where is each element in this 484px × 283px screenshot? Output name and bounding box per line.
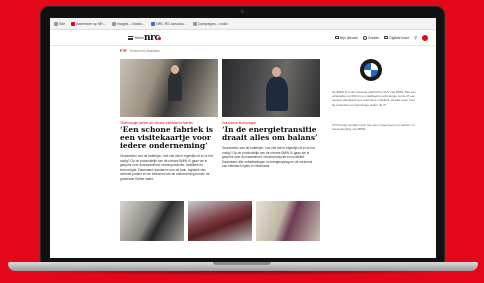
article-body: Verzamelen van de batterijen, hoe ziet d… <box>222 146 315 169</box>
menu-label: Menu <box>135 35 144 40</box>
menu-button[interactable]: Menu <box>128 35 144 40</box>
bookmark-favicon-icon <box>111 21 116 26</box>
bookmarks-bar: Site Adventure op NR... Images – Nanko..… <box>50 18 436 30</box>
person-figure <box>266 77 288 111</box>
hamburger-icon <box>128 35 133 40</box>
main-content: Technologie achter de nieuwe elektrische… <box>50 55 436 258</box>
bookmark-favicon-icon <box>54 21 58 26</box>
article-title[interactable]: ‘In de energietransitie draait alles om … <box>222 126 318 142</box>
article-thumbnail[interactable] <box>120 201 184 241</box>
article-image[interactable] <box>120 59 218 117</box>
article-title[interactable]: ‘Een schone fabriek is een visitekaartje… <box>120 126 216 150</box>
newspaper-icon <box>384 35 389 40</box>
bookmark-item[interactable]: Images – Nanko... <box>111 21 145 26</box>
section-tag[interactable]: FTR <box>120 49 127 53</box>
bookmark-item[interactable]: Campaigns – nodic <box>192 21 228 26</box>
person-figure <box>168 71 182 101</box>
digital-paper-link[interactable]: Digitale krant <box>384 36 409 40</box>
section-bar: FTR Tomorrow's Business <box>50 46 436 55</box>
sponsor-note: FTR brengt verhalen over hoe we morgen l… <box>332 123 415 132</box>
bookmark-item[interactable]: NRC RS zaruclau... <box>151 21 187 26</box>
bookmark-favicon-icon <box>71 21 76 26</box>
bookmark-favicon-icon <box>192 21 197 26</box>
search-icon <box>362 35 367 40</box>
site-header: Menu nrc Mijn Nieuws Zoeken Digitale kra… <box>50 30 436 46</box>
my-news-link[interactable]: Mijn Nieuws <box>334 35 358 40</box>
article-image[interactable] <box>222 59 320 117</box>
article-body: Verzamelen van de batterijen, hoe ziet d… <box>120 154 213 181</box>
bookmark-favicon-icon <box>151 21 156 26</box>
account-avatar[interactable] <box>422 34 428 41</box>
camera-icon <box>241 10 244 13</box>
search-link[interactable]: Zoeken <box>362 35 379 40</box>
bookmark-item[interactable]: Adventure op NR... <box>71 21 106 26</box>
bmw-roundel-icon <box>364 63 378 77</box>
bmw-logo[interactable] <box>360 59 382 81</box>
laptop-screen: Site Adventure op NR... Images – Nanko..… <box>50 18 436 258</box>
bookmark-item[interactable]: Site <box>54 21 65 26</box>
article-thumbnail[interactable] <box>256 201 320 241</box>
sponsor-text: De BMW iX is de nieuwste elektrische SUV… <box>332 90 416 107</box>
news-icon <box>334 35 339 40</box>
person-head <box>272 67 281 77</box>
article-thumbnail[interactable] <box>188 201 252 241</box>
person-head <box>171 65 179 74</box>
section-subtitle: Tomorrow's Business <box>129 48 160 53</box>
magnifier-icon[interactable]: ⚲ <box>414 35 417 40</box>
header-actions: Mijn Nieuws Zoeken Digitale krant ⚲ <box>334 34 428 41</box>
laptop-notch <box>213 262 271 265</box>
logo-dot-icon <box>158 37 161 40</box>
